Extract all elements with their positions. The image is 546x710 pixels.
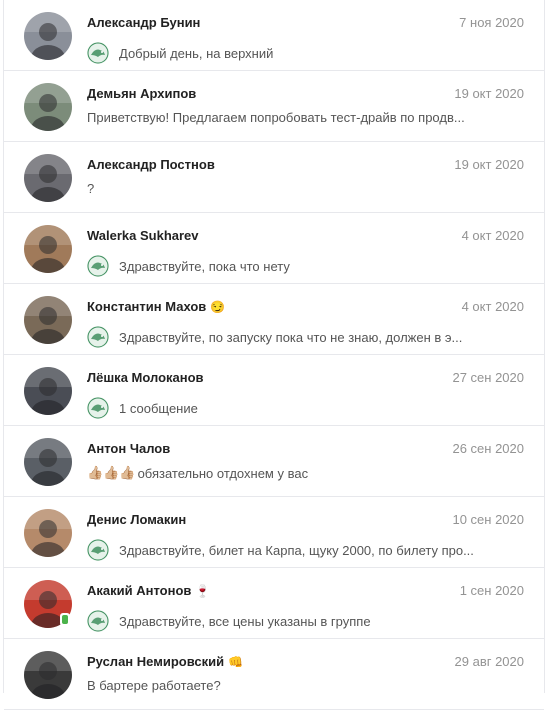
dialog-list: Александр Бунин 7 ноя 2020 Добрый день, …: [4, 0, 544, 710]
dialog-name[interactable]: Константин Махов 😏: [87, 299, 225, 314]
dialog-message: Добрый день, на верхний: [87, 42, 477, 64]
name-emoji: 👊: [228, 655, 244, 669]
avatar-photo: [24, 651, 72, 699]
message-text: Здравствуйте, пока что нету: [119, 258, 290, 274]
dialog-name-text: Walerka Sukharev: [87, 228, 199, 243]
group-logo-icon: [87, 539, 109, 561]
message-text: Здравствуйте, билет на Карпа, щуку 2000,…: [119, 542, 474, 558]
dialog-name-text: Антон Чалов: [87, 441, 171, 456]
avatar-photo: [24, 509, 72, 557]
thumbs-up-emoji: 👍🏼👍🏼👍🏼: [87, 465, 136, 480]
group-logo-icon: [87, 397, 109, 419]
dialog-row[interactable]: Александр Постнов 19 окт 2020 ?: [4, 142, 544, 213]
dialog-row[interactable]: Руслан Немировский 👊 29 авг 2020 В бартер…: [4, 639, 544, 710]
dialog-date: 4 окт 2020: [461, 299, 524, 314]
message-text: Добрый день, на верхний: [119, 45, 274, 61]
avatar-photo: [24, 296, 72, 344]
name-emoji: 😏: [210, 300, 226, 314]
dialog-row[interactable]: Лёшка Молоканов 27 сен 2020 1 сообщение: [4, 355, 544, 426]
avatar-photo: [24, 83, 72, 131]
avatar[interactable]: [24, 296, 72, 344]
dialog-date: 4 окт 2020: [461, 228, 524, 243]
dialog-name-text: Александр Постнов: [87, 157, 215, 172]
dialog-name[interactable]: Акакий Антонов 🍷: [87, 583, 210, 598]
mini-avatar: [87, 255, 109, 277]
message-text: Здравствуйте, по запуску пока что не зна…: [119, 329, 463, 345]
mobile-online-icon: [60, 613, 70, 626]
dialog-row[interactable]: Денис Ломакин 10 сен 2020 Здравствуйте, …: [4, 497, 544, 568]
dialog-name[interactable]: Лёшка Молоканов: [87, 370, 208, 385]
dialog-name-text: Константин Махов: [87, 299, 207, 314]
mini-avatar: [87, 610, 109, 632]
dialog-message: Здравствуйте, пока что нету: [87, 255, 477, 277]
avatar[interactable]: [24, 651, 72, 699]
avatar[interactable]: [24, 509, 72, 557]
avatar-photo: [24, 225, 72, 273]
dialog-message: Приветствую! Предлагаем попробовать тест…: [87, 110, 477, 125]
dialog-name-text: Александр Бунин: [87, 15, 201, 30]
mini-avatar: [87, 397, 109, 419]
dialog-message: В бартере работаете?: [87, 678, 477, 693]
message-text: ?: [87, 181, 95, 196]
dialog-date: 27 сен 2020: [452, 370, 524, 385]
dialog-row[interactable]: Александр Бунин 7 ноя 2020 Добрый день, …: [4, 0, 544, 71]
dialog-date: 29 авг 2020: [454, 654, 524, 669]
dialog-message: Здравствуйте, все цены указаны в группе: [87, 610, 477, 632]
avatar-photo: [24, 438, 72, 486]
message-text: обязательно отдохнем у вас: [137, 465, 309, 481]
group-logo-icon: [87, 326, 109, 348]
mini-avatar: [87, 539, 109, 561]
message-text: 1 сообщение: [119, 400, 198, 416]
name-emoji: 🍷: [195, 584, 211, 598]
dialog-name[interactable]: Александр Постнов: [87, 157, 219, 172]
avatar-photo: [24, 367, 72, 415]
mini-avatar: [87, 42, 109, 64]
dialog-date: 19 окт 2020: [454, 157, 524, 172]
avatar[interactable]: [24, 367, 72, 415]
message-text: В бартере работаете?: [87, 678, 221, 693]
avatar[interactable]: [24, 154, 72, 202]
avatar[interactable]: [24, 225, 72, 273]
dialog-name-text: Демьян Архипов: [87, 86, 197, 101]
dialog-date: 19 окт 2020: [454, 86, 524, 101]
dialog-name[interactable]: Walerka Sukharev: [87, 228, 203, 243]
dialog-name-text: Руслан Немировский: [87, 654, 225, 669]
group-logo-icon: [87, 610, 109, 632]
message-text: Приветствую! Предлагаем попробовать тест…: [87, 110, 465, 125]
avatar[interactable]: [24, 12, 72, 60]
group-logo-icon: [87, 255, 109, 277]
dialog-name[interactable]: Демьян Архипов: [87, 86, 200, 101]
dialog-name-text: Денис Ломакин: [87, 512, 187, 527]
avatar[interactable]: [24, 438, 72, 486]
dialog-message: 1 сообщение: [87, 397, 477, 419]
dialog-name[interactable]: Руслан Немировский 👊: [87, 654, 243, 669]
dialog-name[interactable]: Александр Бунин: [87, 15, 204, 30]
dialog-name-text: Акакий Антонов: [87, 583, 192, 598]
dialog-row[interactable]: Демьян Архипов 19 окт 2020 Приветствую! …: [4, 71, 544, 142]
avatar[interactable]: [24, 83, 72, 131]
dialog-row[interactable]: Walerka Sukharev 4 окт 2020 Здравствуйте…: [4, 213, 544, 284]
dialog-message: Здравствуйте, по запуску пока что не зна…: [87, 326, 477, 348]
dialog-message: Здравствуйте, билет на Карпа, щуку 2000,…: [87, 539, 477, 561]
message-text: Здравствуйте, все цены указаны в группе: [119, 613, 371, 629]
dialog-row[interactable]: Акакий Антонов 🍷 1 сен 2020 Здравствуйте,…: [4, 568, 544, 639]
dialog-date: 26 сен 2020: [452, 441, 524, 456]
group-logo-icon: [87, 42, 109, 64]
right-border: [544, 0, 545, 693]
dialog-row[interactable]: Константин Махов 😏 4 окт 2020 Здравствуйт…: [4, 284, 544, 355]
avatar-photo: [24, 154, 72, 202]
mini-avatar: [87, 326, 109, 348]
dialog-row[interactable]: Антон Чалов 26 сен 2020 👍🏼👍🏼👍🏼 обязательн…: [4, 426, 544, 497]
dialog-name[interactable]: Денис Ломакин: [87, 512, 190, 527]
dialog-date: 10 сен 2020: [452, 512, 524, 527]
dialog-name-text: Лёшка Молоканов: [87, 370, 204, 385]
dialog-message: 👍🏼👍🏼👍🏼 обязательно отдохнем у вас: [87, 465, 477, 481]
dialog-date: 7 ноя 2020: [459, 15, 524, 30]
dialog-date: 1 сен 2020: [459, 583, 524, 598]
dialog-message: ?: [87, 181, 477, 196]
dialog-name[interactable]: Антон Чалов: [87, 441, 174, 456]
avatar-photo: [24, 12, 72, 60]
